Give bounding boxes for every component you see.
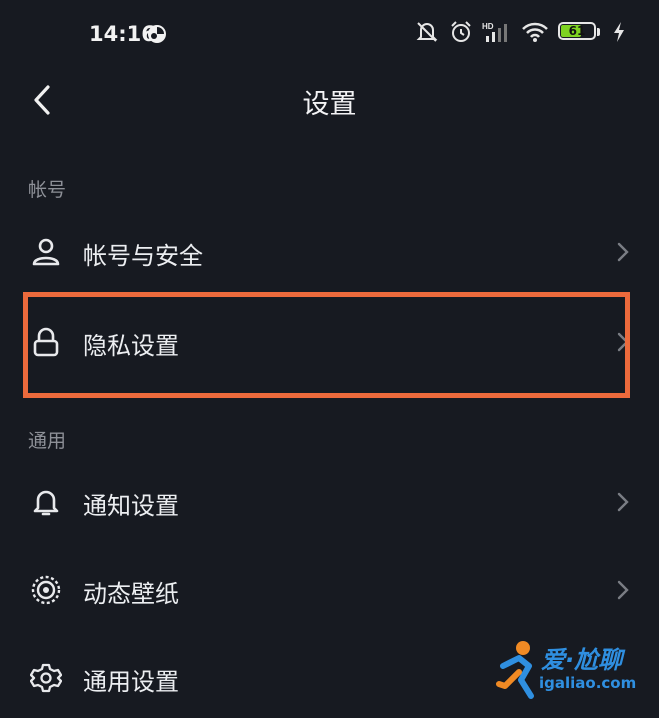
settings-item-label: 通用设置 — [83, 668, 179, 696]
page-title: 设置 — [302, 89, 357, 120]
section-label-account: 帐号 — [28, 179, 67, 201]
settings-item-wallpaper[interactable]: 动态壁纸 — [0, 550, 659, 630]
settings-item-label: 动态壁纸 — [83, 580, 179, 608]
watermark-logo: 爱·尬聊 igaliao.com — [495, 634, 645, 704]
status-bar: 14:16 HD 61 — [0, 0, 659, 70]
watermark-url: igaliao.com — [539, 674, 637, 692]
settings-item-label: 隐私设置 — [83, 332, 179, 360]
alarm-icon — [451, 21, 471, 42]
chevron-right-icon — [617, 332, 629, 352]
settings-item-notifications[interactable]: 通知设置 — [0, 462, 659, 542]
status-time: 14:16 — [89, 22, 156, 46]
bell-icon — [33, 490, 59, 516]
charging-icon — [614, 22, 624, 42]
settings-item-account-security[interactable]: 帐号与安全 — [0, 212, 659, 292]
runner-icon — [496, 641, 534, 699]
lock-icon — [33, 327, 59, 357]
wifi-icon — [522, 22, 548, 42]
battery-level: 61 — [568, 24, 586, 38]
wallpaper-icon — [31, 575, 61, 605]
settings-item-privacy[interactable]: 隐私设置 — [0, 302, 659, 382]
notification-dot-icon — [148, 25, 166, 43]
chevron-right-icon — [617, 580, 629, 600]
signal-icon: HD — [482, 22, 507, 42]
gear-icon — [30, 663, 62, 693]
user-icon — [32, 238, 60, 266]
network-badge: HD — [482, 22, 494, 31]
settings-item-label: 通知设置 — [83, 492, 179, 520]
section-label-general: 通用 — [28, 430, 67, 452]
battery-icon: 61 — [558, 22, 604, 42]
status-icons: HD 61 — [414, 20, 625, 44]
chevron-right-icon — [617, 242, 629, 262]
nav-header: 设置 — [0, 70, 659, 130]
watermark-brand: 爱·尬聊 — [541, 646, 623, 674]
chevron-right-icon — [617, 492, 629, 512]
mute-icon — [416, 22, 438, 42]
settings-item-label: 帐号与安全 — [83, 242, 203, 270]
